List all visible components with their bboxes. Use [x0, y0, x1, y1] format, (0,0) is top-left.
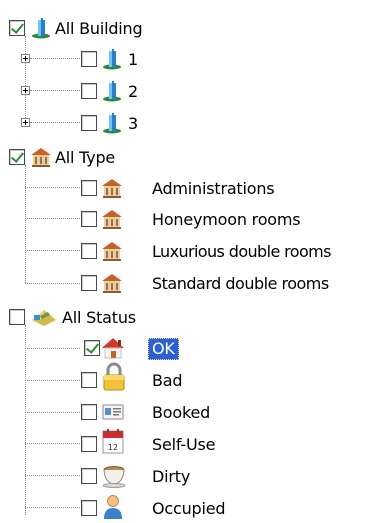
honeymoon-rooms-checkbox[interactable] [81, 211, 97, 227]
building-1-label: 1 [128, 50, 138, 69]
luxurious-double-rooms-label: Luxurious double rooms [152, 242, 332, 261]
self-use-checkbox[interactable] [81, 436, 97, 452]
tree-node-all-status[interactable]: All Status [0, 303, 200, 333]
temple-icon [101, 240, 123, 262]
luxurious-double-rooms-checkbox[interactable] [81, 243, 97, 259]
room-filter-tree: All Building 1 2 3 All Type Administrati… [0, 0, 376, 519]
house-icon [101, 336, 125, 360]
administrations-checkbox[interactable] [81, 180, 97, 196]
all-building-label: All Building [55, 19, 143, 38]
tree-node-bad[interactable]: Bad [0, 362, 200, 397]
all-status-checkbox[interactable] [9, 309, 25, 325]
building-3-checkbox[interactable] [81, 115, 97, 131]
tree-node-luxurious-double-rooms[interactable]: Luxurious double rooms [0, 238, 376, 268]
building-2-label: 2 [128, 82, 138, 101]
bad-checkbox[interactable] [81, 372, 97, 388]
temple-icon [101, 177, 123, 199]
tree-node-building-1[interactable]: 1 [0, 46, 200, 76]
tree-node-occupied[interactable]: Occupied [0, 495, 260, 519]
expand-icon[interactable] [21, 54, 30, 63]
all-building-checkbox[interactable] [9, 20, 25, 36]
tree-node-administrations[interactable]: Administrations [0, 175, 300, 205]
status-icon [30, 306, 58, 328]
tree-node-booked[interactable]: Booked [0, 399, 240, 429]
ok-checkbox[interactable] [84, 340, 100, 356]
bad-label: Bad [152, 371, 183, 390]
tree-node-all-building[interactable]: All Building [0, 14, 200, 44]
all-type-checkbox[interactable] [9, 149, 25, 165]
self-use-label: Self-Use [152, 435, 216, 454]
svg-text:12: 12 [108, 443, 118, 452]
building-icon [101, 48, 123, 70]
tree-node-self-use[interactable]: 12 Self-Use [0, 428, 240, 461]
all-type-label: All Type [55, 148, 116, 167]
tree-node-building-3[interactable]: 3 [0, 110, 200, 140]
tree-node-building-2[interactable]: 2 [0, 78, 200, 108]
honeymoon-rooms-label: Honeymoon rooms [152, 210, 301, 229]
tree-node-honeymoon-rooms[interactable]: Honeymoon rooms [0, 206, 340, 236]
temple-icon [101, 272, 123, 294]
standard-double-rooms-label: Standard double rooms [152, 274, 329, 293]
all-status-label: All Status [62, 308, 136, 327]
temple-icon [30, 146, 52, 168]
building-icon [30, 17, 52, 39]
building-icon [101, 112, 123, 134]
booked-checkbox[interactable] [81, 404, 97, 420]
building-2-checkbox[interactable] [81, 83, 97, 99]
dirty-label: Dirty [152, 467, 191, 486]
cup-icon [101, 464, 127, 488]
person-icon [101, 493, 125, 519]
expand-icon[interactable] [21, 118, 30, 127]
tree-node-all-type[interactable]: All Type [0, 143, 200, 173]
booked-label: Booked [152, 403, 211, 422]
calendar-icon: 12 [101, 428, 125, 456]
building-icon [101, 80, 123, 102]
tree-node-ok[interactable]: OK [0, 335, 200, 365]
tree-node-dirty[interactable]: Dirty [0, 463, 240, 493]
id-card-icon [101, 401, 125, 423]
occupied-checkbox[interactable] [81, 500, 97, 516]
tree-node-standard-double-rooms[interactable]: Standard double rooms [0, 270, 376, 300]
expand-icon[interactable] [21, 86, 30, 95]
standard-double-rooms-checkbox[interactable] [81, 275, 97, 291]
temple-icon [101, 208, 123, 230]
administrations-label: Administrations [152, 179, 275, 198]
ok-label: OK [148, 338, 179, 360]
building-3-label: 3 [128, 114, 138, 133]
dirty-checkbox[interactable] [81, 468, 97, 484]
padlock-icon [101, 362, 127, 392]
occupied-label: Occupied [152, 499, 226, 518]
building-1-checkbox[interactable] [81, 51, 97, 67]
